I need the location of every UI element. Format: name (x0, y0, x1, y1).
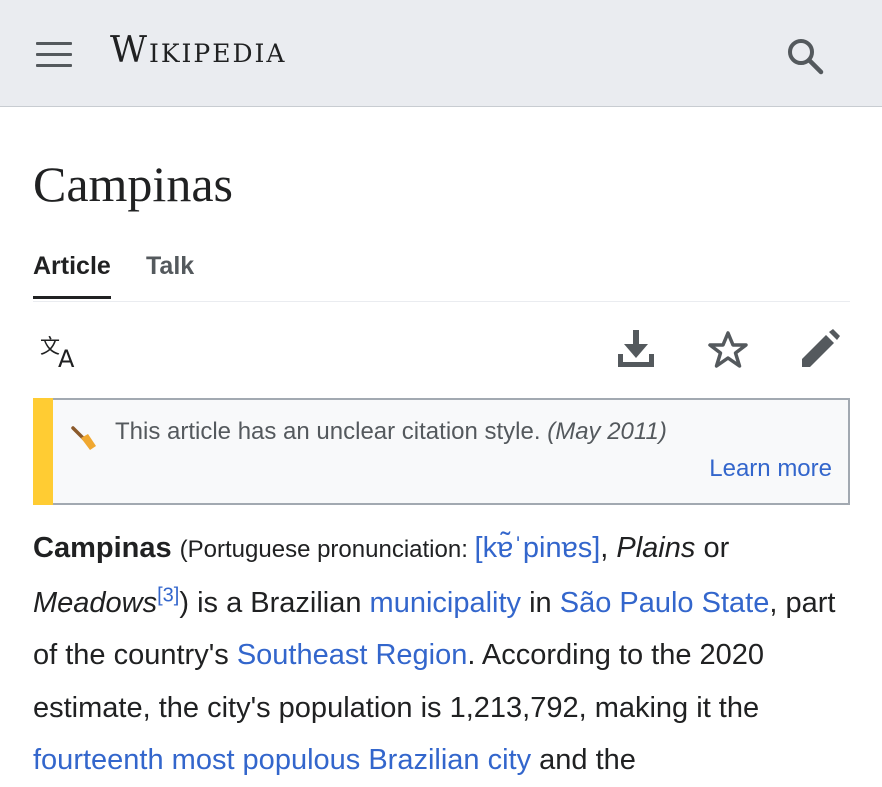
meaning-meadows: Meadows (33, 586, 158, 619)
article-lead-paragraph: Campinas (Portuguese pronunciation: [kɐ̃… (33, 522, 850, 787)
text-segment: and the (531, 744, 636, 776)
notice-message: This article has an unclear citation sty… (115, 418, 541, 445)
text-segment: in (521, 586, 560, 619)
reference-link[interactable]: [3] (157, 584, 179, 606)
star-icon[interactable] (707, 330, 749, 374)
pronunciation-prefix: (Portuguese pronunciation: (179, 536, 475, 563)
notice-date: (May 2011) (547, 418, 667, 445)
population-rank-link[interactable]: fourteenth most populous Brazilian city (33, 744, 531, 776)
wikipedia-logo[interactable]: Wikipedia (110, 30, 286, 71)
article-subject-name: Campinas (33, 532, 172, 564)
municipality-link[interactable]: municipality (370, 587, 522, 619)
text-segment: , (600, 532, 617, 564)
text-segment: or (695, 532, 730, 564)
sao-paulo-state-link[interactable]: São Paulo State (560, 587, 770, 619)
page-tabs: Article Talk (33, 250, 850, 302)
hamburger-menu-icon[interactable] (36, 40, 72, 70)
southeast-region-link[interactable]: Southeast Region (237, 639, 468, 671)
svg-text:文: 文 (40, 334, 60, 358)
notice-accent-bar (33, 398, 53, 505)
page-title: Campinas (33, 156, 233, 212)
notice-text: This article has an unclear citation sty… (115, 418, 667, 446)
meaning-plains: Plains (616, 532, 696, 564)
download-icon[interactable] (616, 328, 656, 374)
svg-text:A: A (58, 345, 75, 369)
citation-notice: This article has an unclear citation sty… (33, 398, 850, 505)
broom-icon (71, 425, 97, 455)
pencil-icon[interactable] (800, 329, 840, 373)
tab-talk[interactable]: Talk (146, 252, 194, 296)
top-header: Wikipedia (0, 0, 882, 107)
search-icon[interactable] (784, 35, 826, 77)
ipa-link[interactable]: [kɐ̃ˈpinɐs] (475, 532, 601, 564)
tab-article[interactable]: Article (33, 252, 111, 299)
learn-more-link[interactable]: Learn more (709, 455, 832, 483)
text-segment: ) is a Brazilian (179, 586, 370, 619)
language-icon[interactable]: 文 A (40, 333, 84, 373)
